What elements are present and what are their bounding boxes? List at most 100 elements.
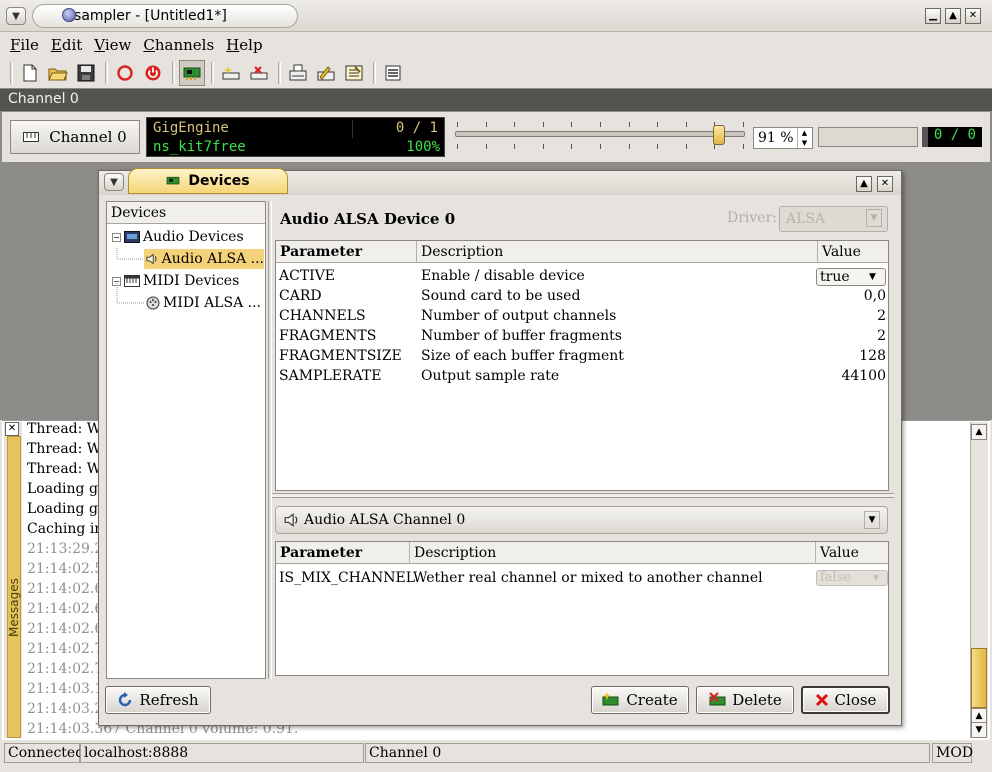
channel-param-description: Wether real channel or mixed to another …	[413, 570, 763, 586]
restart-button[interactable]	[140, 60, 166, 86]
channel-param-name: IS_MIX_CHANNEL	[279, 570, 416, 586]
edit-channel-button[interactable]	[313, 60, 339, 86]
create-button[interactable]: Create	[591, 686, 689, 714]
volume-slider-handle[interactable]	[713, 125, 725, 145]
remove-channel-button[interactable]	[246, 60, 272, 86]
channel-setup-icon	[289, 64, 307, 81]
tree-label: MIDI Devices	[143, 273, 240, 289]
remove-channel-icon	[250, 66, 268, 80]
devices-toggle-button[interactable]	[179, 60, 205, 86]
menu-view-rest: iew	[104, 36, 132, 54]
spin-down-icon[interactable]: ▼	[798, 138, 811, 148]
message-line: 21:14:02.6	[27, 581, 104, 597]
menu-channels[interactable]: Channels	[137, 36, 220, 54]
arrow-up-icon: ▲	[975, 427, 983, 437]
dialog-menu-button[interactable]: ▼	[104, 173, 124, 191]
close-label: Close	[834, 691, 877, 709]
volume-slider-track[interactable]	[455, 131, 745, 137]
dialog-title: Devices	[128, 168, 288, 194]
messages-close-button[interactable]: ✕	[5, 422, 19, 436]
open-session-button[interactable]	[45, 60, 71, 86]
menu-file[interactable]: File	[4, 36, 45, 54]
add-channel-button[interactable]	[218, 60, 244, 86]
column-header-description[interactable]: Description	[417, 241, 818, 263]
param-description: Enable / disable device	[421, 268, 585, 284]
reset-button[interactable]	[112, 60, 138, 86]
menu-view[interactable]: View	[88, 36, 137, 54]
param-name: CHANNELS	[279, 308, 366, 324]
message-line: 21:14:03.1	[27, 681, 104, 697]
chevron-down-icon: ▼	[866, 209, 882, 227]
param-name: SAMPLERATE	[279, 368, 382, 384]
delete-device-icon	[709, 692, 726, 706]
scroll-up-button[interactable]: ▲	[971, 424, 987, 440]
channel-selector-combo[interactable]: Audio ALSA Channel 0 ▼	[275, 506, 888, 534]
toolbar-separator	[278, 62, 281, 84]
maximize-button[interactable]: ▲	[945, 8, 961, 24]
channel-button-label: Channel 0	[49, 128, 127, 146]
channel-setup-button[interactable]	[285, 60, 311, 86]
properties-icon	[345, 65, 363, 81]
options-button[interactable]	[380, 60, 406, 86]
param-name: CARD	[279, 288, 322, 304]
maximize-icon: ▲	[949, 10, 957, 21]
channel-properties-button[interactable]	[341, 60, 367, 86]
close-button[interactable]: Close	[801, 686, 890, 714]
close-icon: ✕	[7, 423, 17, 434]
menu-mnemonic: E	[50, 36, 62, 54]
menu-edit-rest: dit	[61, 36, 83, 54]
chevron-down-icon: ▼	[869, 272, 876, 282]
message-line: Thread: W.	[27, 421, 104, 437]
close-window-button[interactable]: ✕	[965, 8, 981, 24]
window-menu-button[interactable]: ▼	[6, 7, 26, 25]
dialog-maximize-button[interactable]: ▲	[856, 176, 872, 192]
channel-setup-strip-button[interactable]: Channel 0	[10, 120, 140, 154]
minimize-button[interactable]: ▁	[925, 8, 941, 24]
message-line: Thread: W.	[27, 461, 104, 477]
slider-tick	[657, 144, 658, 149]
new-session-button[interactable]	[17, 60, 43, 86]
add-channel-icon	[222, 66, 240, 80]
column-header-description[interactable]: Description	[410, 542, 816, 564]
column-header-parameter[interactable]: Parameter	[276, 542, 410, 564]
create-device-icon	[602, 692, 619, 706]
param-description: Number of output channels	[421, 308, 617, 324]
load-percent: 100%	[406, 139, 440, 155]
delete-button[interactable]: Delete	[696, 686, 794, 714]
status-mode: MOD	[932, 743, 973, 763]
vertical-splitter[interactable]	[268, 201, 272, 679]
slider-tick	[514, 144, 515, 149]
toolbar-grip[interactable]	[10, 62, 13, 84]
menu-help[interactable]: Help	[220, 36, 268, 54]
channel-selector-value: Audio ALSA Channel 0	[304, 512, 466, 528]
menu-edit[interactable]: Edit	[45, 36, 88, 54]
dialog-close-button[interactable]: ✕	[877, 176, 893, 192]
maximize-icon: ▲	[860, 178, 868, 189]
close-icon: ✕	[880, 178, 890, 189]
scroll-down-button[interactable]: ▼	[971, 722, 987, 738]
save-session-button[interactable]	[73, 60, 99, 86]
slider-tick	[743, 144, 744, 149]
active-value: true	[820, 269, 850, 285]
column-header-value[interactable]: Value	[816, 542, 888, 564]
spin-up-icon[interactable]: ▲	[798, 128, 811, 138]
tree-item-audio-alsa[interactable]: Audio ALSA ...	[144, 249, 264, 269]
menu-channels-rest: hannels	[154, 36, 215, 54]
device-parameter-table[interactable]: Parameter Description Value ACTIVE Enable…	[275, 240, 889, 491]
scrollbar-thumb[interactable]	[971, 648, 987, 708]
status-connection: Connected	[4, 743, 84, 763]
column-header-value[interactable]: Value	[818, 241, 888, 263]
column-header-parameter[interactable]: Parameter	[276, 241, 417, 263]
param-name: ACTIVE	[279, 268, 336, 284]
tree-item-midi-alsa[interactable]: MIDI ALSA ...	[146, 293, 261, 313]
channel-parameter-table[interactable]: Parameter Description Value IS_MIX_CHANN…	[275, 541, 889, 676]
active-value-combo[interactable]: true ▼	[816, 268, 886, 286]
horizontal-splitter[interactable]	[272, 493, 894, 498]
tree-label: Audio Devices	[143, 229, 244, 245]
param-description: Size of each buffer fragment	[421, 348, 624, 364]
chevron-down-icon: ▼	[12, 10, 20, 22]
refresh-button[interactable]: Refresh	[105, 686, 211, 714]
volume-spin-arrows[interactable]: ▲ ▼	[797, 128, 811, 148]
slider-tick	[600, 122, 601, 127]
volume-value: 91 %	[758, 130, 794, 146]
